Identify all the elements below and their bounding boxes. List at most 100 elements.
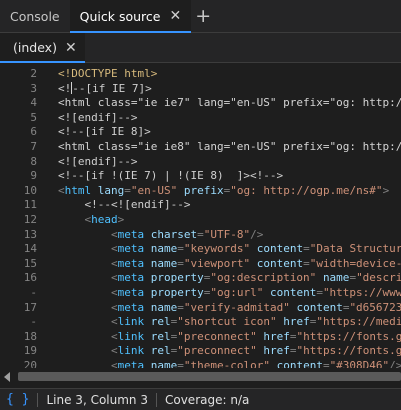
tab-quick-source[interactable]: Quick source ✕ — [69, 0, 192, 33]
code-token: = — [177, 358, 184, 368]
tab-index-file[interactable]: (index) ✕ — [0, 33, 85, 63]
line-number: 9 — [30, 169, 37, 183]
code-token: "verify-admitad" — [183, 300, 290, 314]
code-token: = — [124, 183, 131, 197]
tab-console[interactable]: Console — [0, 0, 70, 32]
code-token: = — [303, 242, 310, 256]
code-token: <![endif]--> — [58, 110, 138, 124]
code-token: <html class="ie ie7" lang="en-US" prefix… — [58, 96, 401, 110]
code-token: "en-US" — [130, 183, 178, 197]
line-number: 17 — [23, 300, 37, 314]
code-token: href — [263, 344, 290, 358]
line-number: 2 — [30, 67, 37, 80]
code-token: < — [110, 300, 118, 314]
scrollbar-thumb[interactable] — [18, 372, 401, 381]
code-line: <!--[if IE 8]> — [58, 125, 401, 140]
status-divider — [155, 392, 157, 407]
code-token: "preconnect" — [177, 344, 257, 358]
code-token: <!DOCTYPE html> — [58, 67, 158, 80]
code-token: "viewport" — [183, 256, 251, 270]
code-token: "https://fonts.g — [296, 329, 401, 343]
code-token: content — [256, 256, 304, 270]
code-token: rel — [150, 315, 171, 329]
code-token: < — [110, 329, 118, 343]
close-icon[interactable]: ✕ — [65, 40, 77, 56]
code-token: < — [110, 344, 118, 358]
code-token: charset — [150, 227, 198, 241]
code-line: <html lang="en-US" prefix="og: http://og… — [58, 184, 401, 199]
code-token: "og:description" — [210, 271, 317, 285]
line-number: 15 — [23, 256, 37, 270]
line-number: 8 — [30, 154, 37, 168]
code-token: = — [197, 227, 204, 241]
code-line: <head> — [58, 213, 401, 228]
code-token: content — [276, 358, 323, 368]
scroll-left-arrow-icon[interactable] — [4, 372, 10, 382]
code-token: "preconnect" — [177, 329, 257, 343]
code-token: meta — [117, 300, 145, 314]
code-token: /> — [250, 227, 264, 241]
code-line: <html class="ie ie8" lang="en-US" prefix… — [58, 140, 401, 155]
code-line: <meta property="og:url" content="https:/… — [58, 286, 401, 301]
pretty-print-icon[interactable]: { } — [6, 392, 29, 407]
code-token: = — [322, 358, 330, 368]
code-lines: <!DOCTYPE html> <!--[if IE 7]> <html class… — [58, 67, 401, 368]
line-number: 3 — [30, 81, 37, 95]
code-line: <![endif]--> — [58, 155, 401, 170]
code-token: link — [117, 329, 145, 343]
line-number: 16 — [23, 271, 37, 285]
line-number: 7 — [30, 139, 37, 153]
code-editor[interactable]: 2345678910111213141516-17-18192021 <!DOC… — [0, 63, 401, 368]
code-token: = — [177, 242, 184, 256]
horizontal-scrollbar[interactable] — [0, 368, 401, 386]
code-token: link — [117, 344, 145, 358]
code-token: "shortcut icon" — [177, 315, 277, 329]
status-bar: { } Line 3, Column 3 Coverage: n/a — [0, 388, 401, 410]
code-token: <!--<![endif]--> — [84, 198, 191, 212]
code-token: "UTF-8" — [203, 227, 251, 241]
code-line: <!--[if IE 7]> — [58, 81, 401, 97]
code-token: "og: http://ogp.me/ns#" — [230, 183, 383, 197]
code-token: meta — [117, 358, 145, 368]
code-token: <! — [58, 81, 72, 95]
line-number: - — [30, 285, 37, 299]
line-number: - — [30, 315, 37, 329]
code-token: "d656723 — [349, 300, 401, 314]
code-token: head — [91, 212, 118, 226]
line-number: 6 — [30, 125, 37, 139]
coverage-status: Coverage: n/a — [164, 392, 250, 407]
code-line: <meta name="theme-color" content="#308D4… — [58, 359, 401, 368]
code-token: href — [263, 329, 290, 343]
code-token: = — [177, 300, 184, 314]
close-icon[interactable]: ✕ — [169, 8, 181, 24]
code-token: "og:url" — [210, 285, 264, 299]
code-line: <!DOCTYPE html> — [58, 67, 401, 82]
add-tab-icon[interactable]: + — [191, 0, 215, 32]
code-token: meta — [117, 285, 145, 299]
line-number: 12 — [23, 212, 37, 226]
code-token: < — [110, 242, 118, 256]
line-number: 20 — [23, 358, 37, 368]
code-line: <meta name="keywords" content="Data Stru… — [58, 242, 401, 257]
line-number: 11 — [23, 198, 37, 212]
line-number: 14 — [23, 242, 37, 256]
code-token: name — [150, 358, 178, 368]
code-token: prefix — [183, 183, 224, 197]
file-tab-bar: (index) ✕ — [0, 33, 401, 63]
code-line: <html class="ie ie7" lang="en-US" prefix… — [58, 96, 401, 111]
